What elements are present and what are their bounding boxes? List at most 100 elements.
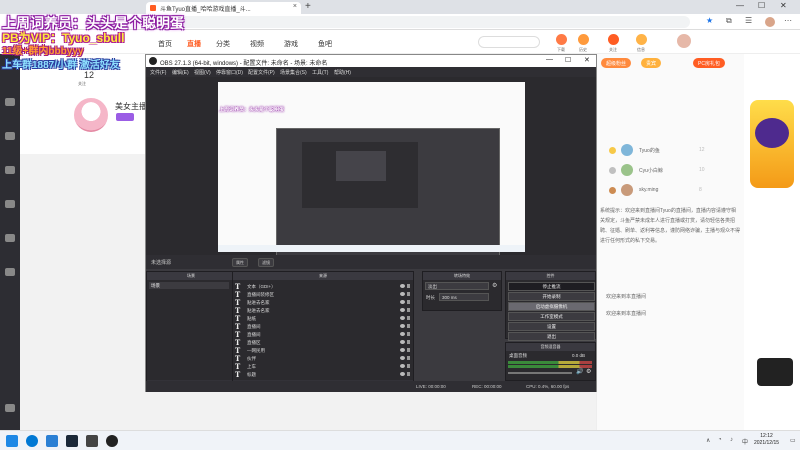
edge-browser-icon[interactable] (26, 435, 38, 447)
sidebar-games-icon[interactable] (5, 166, 15, 174)
source-item[interactable]: T 贴进去名家 (235, 306, 411, 315)
source-item[interactable]: T 上车 (235, 362, 411, 371)
menu-help[interactable]: 帮助(H) (334, 69, 351, 76)
eye-icon[interactable] (400, 356, 405, 360)
tab-close-icon[interactable]: × (293, 3, 297, 10)
lock-icon[interactable] (407, 348, 410, 352)
obs-preview-area[interactable]: 上周词养员：头头是个聪明蛋 (146, 77, 596, 258)
studio-mode-button[interactable]: 工作室模式 (508, 312, 595, 321)
nav-yuba[interactable]: 鱼吧 (318, 39, 332, 49)
streamer-avatar[interactable] (72, 96, 110, 134)
nav-live[interactable]: 直播 (187, 39, 201, 49)
obs-maximize-button[interactable]: ☐ (565, 56, 571, 64)
eye-icon[interactable] (400, 324, 405, 328)
tab-vip[interactable]: 贵宾 (641, 58, 662, 68)
lock-icon[interactable] (407, 340, 410, 344)
eye-icon[interactable] (400, 364, 405, 368)
minimize-button[interactable]: — (736, 1, 744, 10)
douyu-search-input[interactable] (478, 36, 540, 48)
sidebar-category-icon[interactable] (5, 200, 15, 208)
download-icon[interactable] (556, 34, 567, 45)
user-avatar[interactable] (676, 33, 692, 49)
sidebar-home-icon[interactable] (5, 98, 15, 106)
windows-start-icon[interactable] (6, 435, 18, 447)
history-icon[interactable] (578, 34, 589, 45)
source-item[interactable]: T 伙伴 (235, 354, 411, 363)
url-input[interactable] (150, 16, 690, 28)
sidebar-follow-icon[interactable] (5, 132, 15, 140)
streamer-category[interactable]: 美女主播 (115, 101, 147, 112)
source-item[interactable]: T 贴纸 (235, 314, 411, 323)
source-item[interactable]: T —网民用 (235, 346, 411, 355)
menu-edit[interactable]: 编辑(E) (172, 69, 189, 76)
rank-row[interactable]: Tyuo的鱼 12 (603, 144, 741, 158)
app-icon[interactable] (86, 435, 98, 447)
transition-type-select[interactable]: 淡出 (425, 282, 489, 290)
sidebar-video-icon[interactable] (5, 234, 15, 242)
sidebar-settings-icon[interactable] (5, 404, 15, 412)
menu-profile[interactable]: 配置文件(P) (248, 69, 275, 76)
close-window-button[interactable]: ✕ (780, 1, 787, 10)
eye-icon[interactable] (400, 332, 405, 336)
obs-minimize-button[interactable]: — (546, 56, 553, 63)
start-virtual-camera-button[interactable]: 启动虚拟摄像机 (508, 302, 595, 311)
lock-icon[interactable] (407, 284, 410, 288)
nav-video[interactable]: 视频 (250, 39, 264, 49)
extensions-icon[interactable]: ⧉ (726, 16, 732, 26)
stop-streaming-button[interactable]: 停止推流 (508, 282, 595, 291)
nav-home[interactable]: 首页 (158, 39, 172, 49)
sidebar-yuba-icon[interactable] (5, 268, 15, 276)
tab-super-fans[interactable]: 超级粉丝 (601, 58, 632, 68)
start-recording-button[interactable]: 开始录制 (508, 292, 595, 301)
menu-scene-collection[interactable]: 场景集合(S) (280, 69, 307, 76)
transition-settings-icon[interactable]: ⚙ (492, 282, 497, 289)
source-item[interactable]: T 直播区 (235, 338, 411, 347)
source-item[interactable]: T 直播间 (235, 330, 411, 339)
source-item[interactable]: T 文本（GDI+） (235, 282, 411, 291)
follow-icon[interactable] (608, 34, 619, 45)
maximize-button[interactable]: ☐ (758, 1, 765, 10)
speaker-icon[interactable]: 🔊 (576, 368, 583, 375)
rank-row[interactable]: sky.ming 8 (603, 184, 741, 198)
collections-icon[interactable]: ☰ (745, 16, 752, 25)
obs-taskbar-icon[interactable] (106, 435, 118, 447)
properties-button[interactable]: 属性 (232, 258, 248, 267)
menu-docks[interactable]: 停靠窗口(D) (216, 69, 243, 76)
rank-row[interactable]: Cyu小白鲸 10 (603, 164, 741, 178)
menu-view[interactable]: 视图(V) (194, 69, 211, 76)
eye-icon[interactable] (400, 292, 405, 296)
volume-slider[interactable] (508, 372, 572, 374)
notification-icon[interactable]: ▭ (790, 437, 796, 444)
scene-list-item[interactable]: 场景 (149, 282, 229, 289)
steam-icon[interactable] (66, 435, 78, 447)
nav-category[interactable]: 分类 (216, 39, 230, 49)
tab-pc-gift[interactable]: PC房礼包 (693, 58, 725, 68)
ime-icon[interactable]: 中 (742, 437, 748, 446)
lock-icon[interactable] (407, 300, 410, 304)
menu-file[interactable]: 文件(F) (150, 69, 166, 76)
lock-icon[interactable] (407, 356, 410, 360)
settings-button[interactable]: 设置 (508, 322, 595, 331)
message-icon[interactable] (636, 34, 647, 45)
new-tab-button[interactable]: + (305, 1, 311, 12)
eye-icon[interactable] (400, 284, 405, 288)
eye-icon[interactable] (400, 340, 405, 344)
bookmark-star-icon[interactable]: ★ (706, 16, 713, 25)
exit-button[interactable]: 退出 (508, 332, 595, 341)
lock-icon[interactable] (407, 372, 410, 376)
file-explorer-icon[interactable] (46, 435, 58, 447)
eye-icon[interactable] (400, 300, 405, 304)
lock-icon[interactable] (407, 316, 410, 320)
source-item[interactable]: T 贴进去名家 (235, 298, 411, 307)
eye-icon[interactable] (400, 316, 405, 320)
event-logo[interactable] (757, 358, 793, 386)
more-menu-icon[interactable]: ⋯ (784, 16, 792, 25)
volume-icon[interactable]: ♪ (730, 437, 733, 443)
network-icon[interactable]: ◔ (718, 437, 722, 443)
eye-icon[interactable] (400, 308, 405, 312)
source-item[interactable]: T 标题 (235, 370, 411, 379)
lock-icon[interactable] (407, 292, 410, 296)
lock-icon[interactable] (407, 332, 410, 336)
profile-avatar[interactable] (765, 17, 775, 27)
lock-icon[interactable] (407, 308, 410, 312)
